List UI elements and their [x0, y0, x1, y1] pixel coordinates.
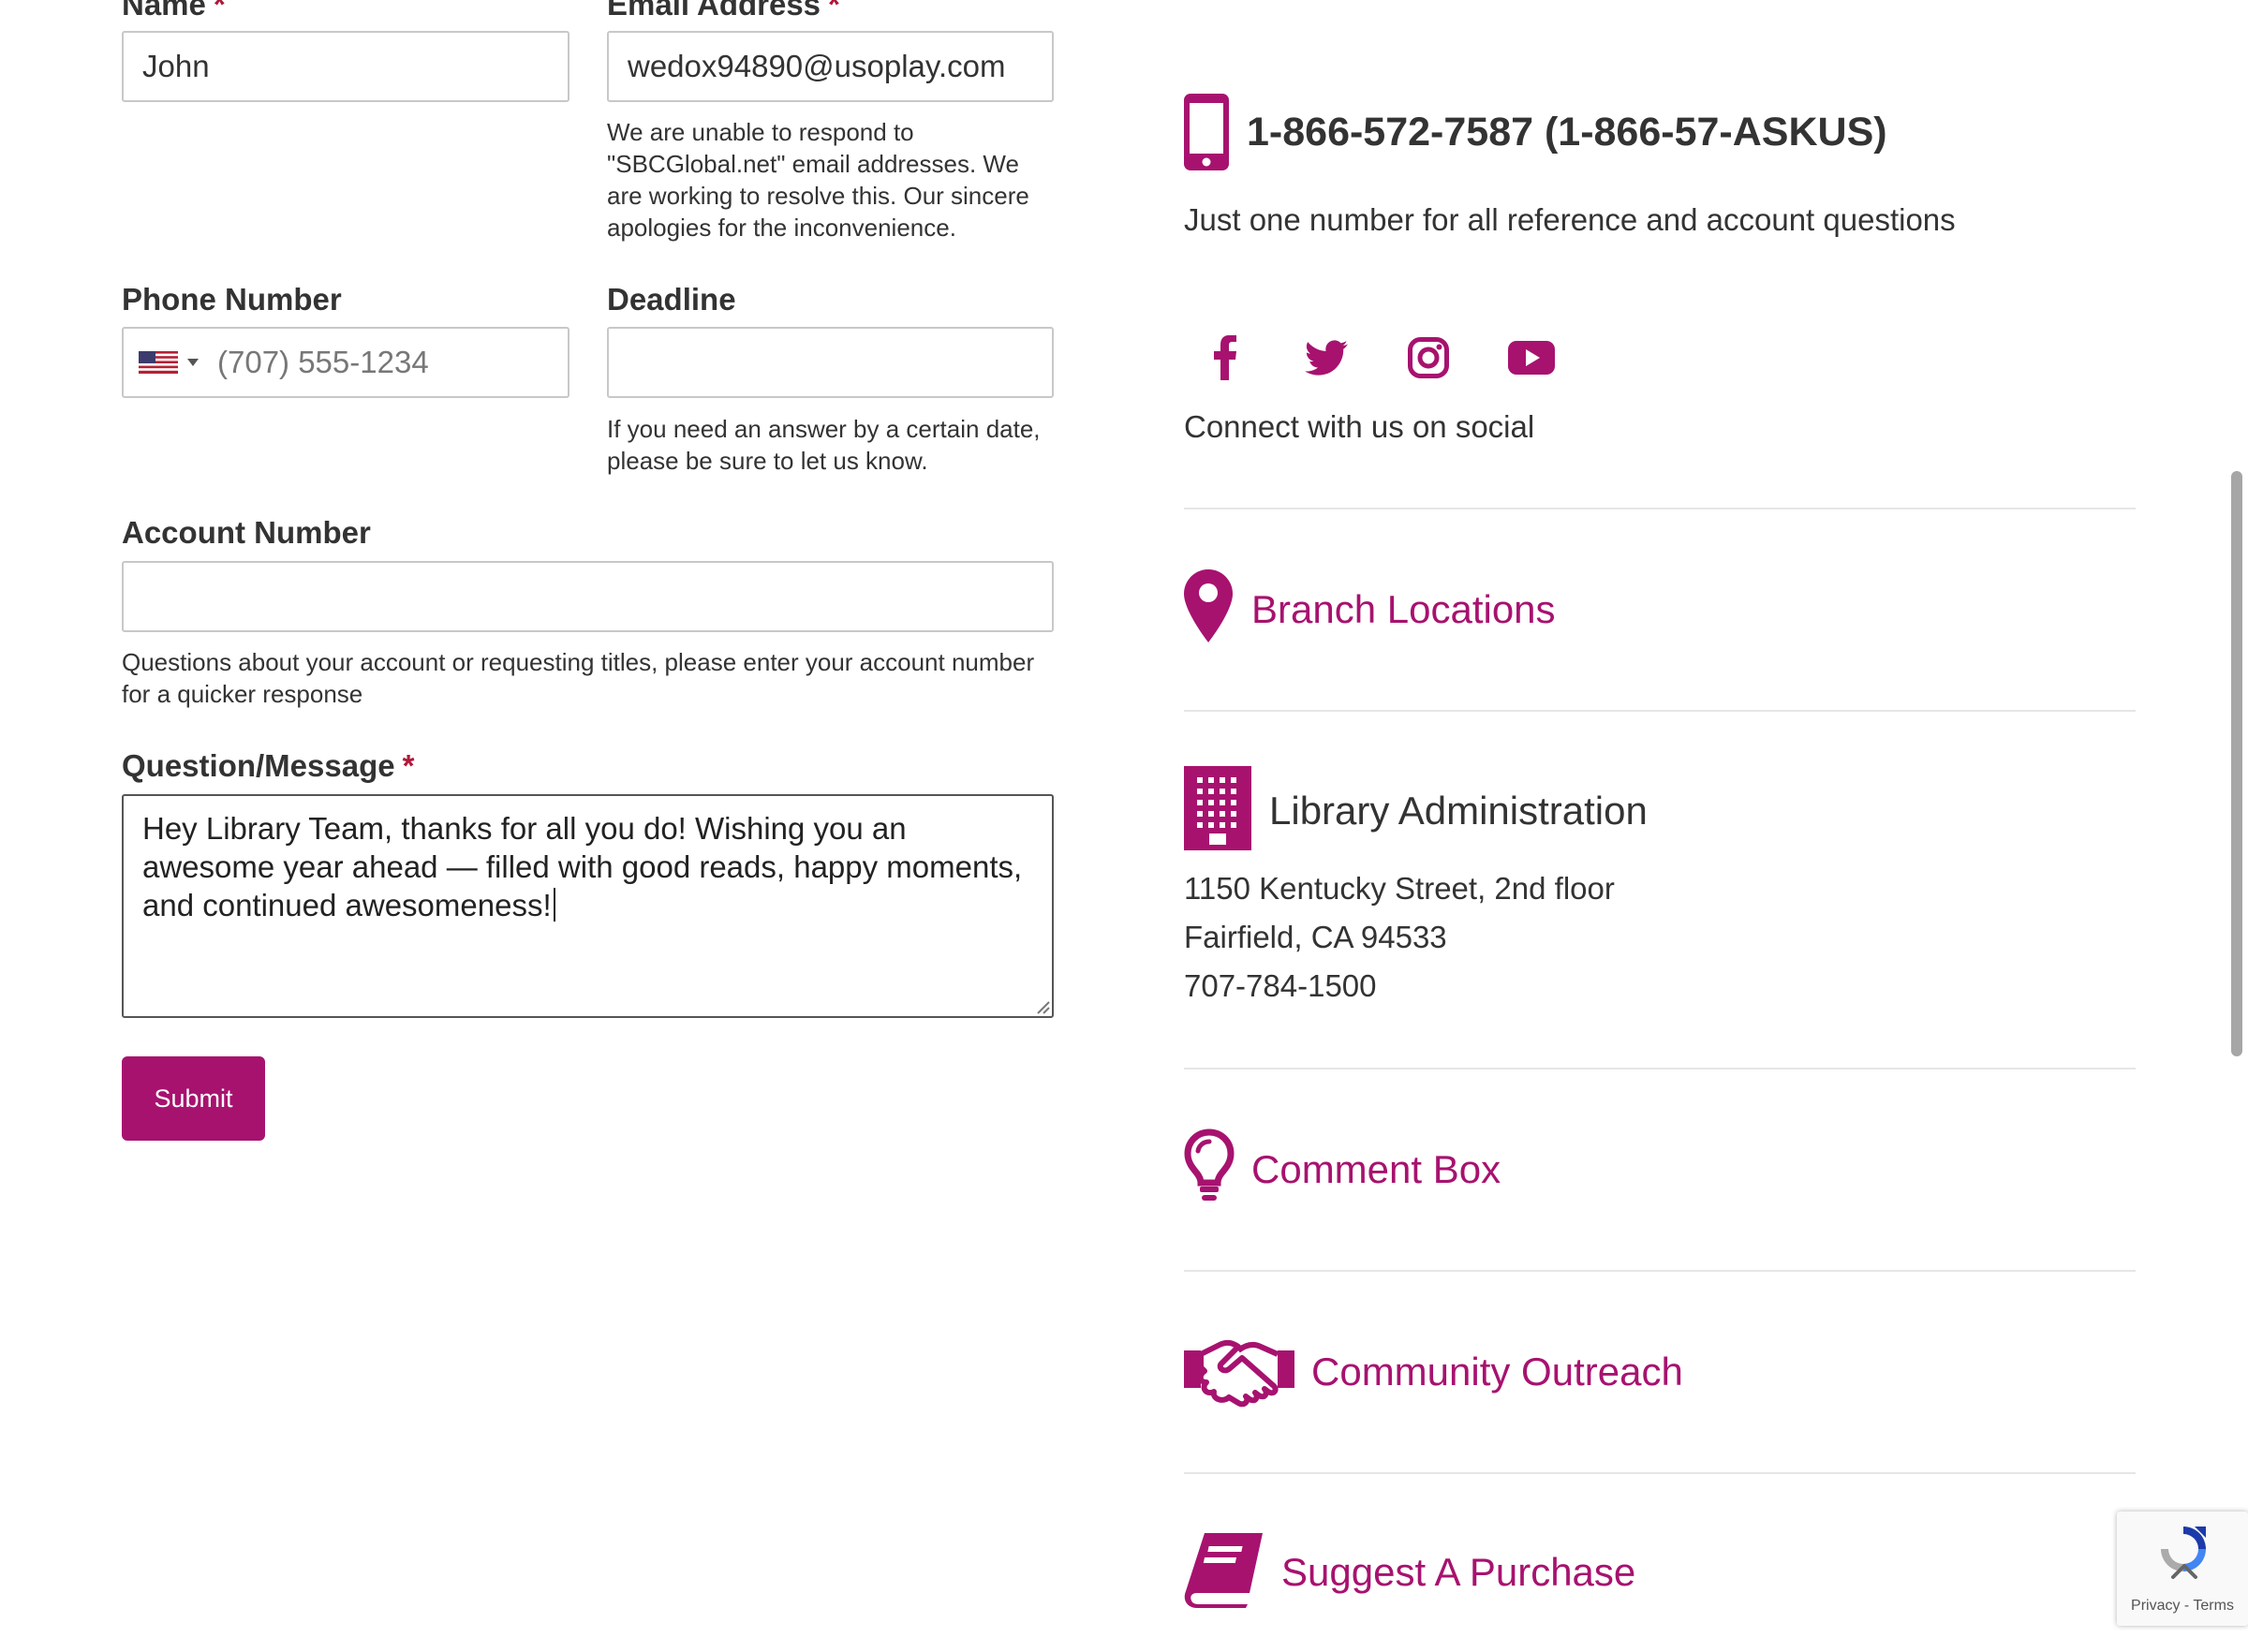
deadline-label: Deadline [607, 282, 736, 317]
library-administration-heading: Library Administration [1269, 789, 1648, 833]
comment-box-link[interactable]: Comment Box [1251, 1147, 1501, 1192]
phone-label: Phone Number [122, 282, 342, 317]
divider [1184, 1472, 2136, 1474]
divider [1184, 1068, 2136, 1069]
deadline-field[interactable] [607, 327, 1054, 398]
map-pin-icon [1184, 569, 1233, 647]
twitter-icon[interactable] [1298, 330, 1354, 386]
scrollbar-thumb[interactable] [2231, 471, 2242, 1056]
name-field[interactable]: John [122, 31, 569, 102]
admin-address-line1: 1150 Kentucky Street, 2nd floor [1184, 871, 1615, 906]
email-value: wedox94890@usoplay.com [628, 49, 1006, 83]
back-to-top-icon[interactable] [2166, 1553, 2203, 1590]
submit-button[interactable]: Submit [122, 1056, 265, 1141]
phone-description: Just one number for all reference and ac… [1184, 202, 1956, 237]
divider [1184, 508, 2136, 509]
divider [1184, 710, 2136, 712]
account-label: Account Number [122, 515, 371, 550]
community-outreach-link[interactable]: Community Outreach [1311, 1350, 1683, 1394]
handshake-icon [1184, 1337, 1294, 1413]
book-icon [1184, 1531, 1264, 1613]
admin-phone: 707-784-1500 [1184, 968, 1377, 1003]
mobile-phone-icon [1184, 94, 1229, 175]
youtube-icon[interactable] [1503, 330, 1560, 386]
branch-locations-link[interactable]: Branch Locations [1251, 587, 1556, 632]
recaptcha-terms-link[interactable]: Terms [2193, 1598, 2234, 1614]
chevron-down-icon[interactable] [187, 359, 199, 366]
recaptcha-privacy-link[interactable]: Privacy [2131, 1598, 2180, 1614]
phone-placeholder: (707) 555-1234 [217, 345, 429, 379]
facebook-icon[interactable] [1197, 330, 1253, 386]
name-label: Name * [122, 0, 226, 22]
admin-address-line2: Fairfield, CA 94533 [1184, 920, 1447, 954]
building-icon [1184, 766, 1251, 855]
instagram-icon[interactable] [1400, 330, 1457, 386]
email-field[interactable]: wedox94890@usoplay.com [607, 31, 1054, 102]
name-value: John [142, 49, 210, 83]
divider [1184, 1270, 2136, 1272]
text-caret [553, 888, 555, 922]
message-textarea[interactable]: Hey Library Team, thanks for all you do!… [122, 794, 1054, 1018]
account-help-text: Questions about your account or requesti… [122, 648, 1035, 708]
recaptcha-badge[interactable]: Privacy - Terms [2117, 1512, 2248, 1626]
lightbulb-icon [1184, 1128, 1235, 1208]
resize-handle-icon[interactable] [1033, 997, 1050, 1014]
account-number-field[interactable] [122, 561, 1054, 632]
recaptcha-links: Privacy - Terms [2117, 1598, 2248, 1615]
email-label: Email Address * [607, 0, 840, 22]
us-flag-icon[interactable] [139, 351, 178, 374]
phone-field[interactable]: (707) 555-1234 [122, 327, 569, 398]
recaptcha-separator: - [2183, 1598, 2190, 1614]
email-help-text: We are unable to respond to "SBCGlobal.n… [607, 118, 1029, 242]
suggest-purchase-link[interactable]: Suggest A Purchase [1281, 1550, 1635, 1595]
message-value: Hey Library Team, thanks for all you do!… [142, 811, 1023, 922]
social-caption: Connect with us on social [1184, 409, 1535, 444]
message-label: Question/Message * [122, 748, 415, 783]
phone-number-heading: 1-866-572-7587 (1-866-57-ASKUS) [1247, 110, 1887, 155]
deadline-help-text: If you need an answer by a certain date,… [607, 415, 1041, 475]
